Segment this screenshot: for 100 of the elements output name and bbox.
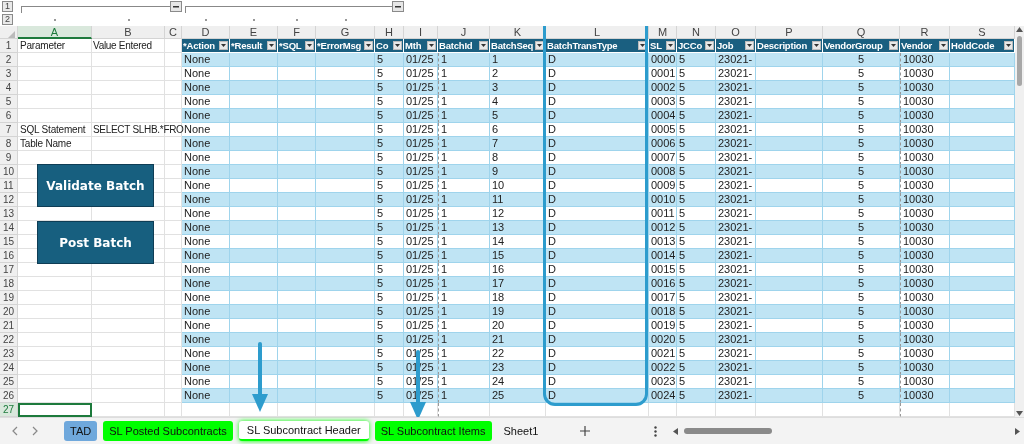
table-cell: [278, 305, 316, 319]
collapse-button[interactable]: [392, 1, 404, 12]
collapse-button[interactable]: [170, 1, 182, 12]
row-number[interactable]: 18: [0, 277, 18, 291]
filter-dropdown-button[interactable]: [1004, 41, 1013, 50]
sheet-tab[interactable]: SL Posted Subcontracts: [103, 421, 233, 441]
row-number[interactable]: 16: [0, 249, 18, 263]
scroll-thumb[interactable]: [1017, 36, 1022, 86]
table-header[interactable]: Vendor: [900, 39, 950, 53]
table-header[interactable]: VendorGroup: [823, 39, 900, 53]
filter-dropdown-button[interactable]: [889, 41, 898, 50]
table-cell: 1: [438, 193, 490, 207]
filter-dropdown-button[interactable]: [939, 41, 948, 50]
column-header[interactable]: O: [716, 26, 756, 39]
table-header[interactable]: Job: [716, 39, 756, 53]
row-number[interactable]: 7: [0, 123, 18, 137]
table-header[interactable]: *SQL: [278, 39, 316, 53]
filter-dropdown-button[interactable]: [364, 41, 373, 50]
table-cell: 0014: [649, 249, 677, 263]
column-header[interactable]: C: [165, 26, 182, 39]
filter-dropdown-button[interactable]: [393, 41, 402, 50]
row-number[interactable]: 26: [0, 389, 18, 403]
active-cell[interactable]: [18, 403, 92, 417]
row-number[interactable]: 3: [0, 67, 18, 81]
column-header[interactable]: K: [490, 26, 546, 39]
column-header[interactable]: B: [92, 26, 165, 39]
table-header[interactable]: *Result: [230, 39, 278, 53]
row-number[interactable]: 9: [0, 151, 18, 165]
sheet-tab[interactable]: TAD: [64, 421, 98, 441]
outline-level-button[interactable]: 1: [2, 1, 13, 12]
column-header[interactable]: F: [278, 26, 316, 39]
table-header[interactable]: *Action: [182, 39, 230, 53]
row-number[interactable]: 14: [0, 221, 18, 235]
row-number[interactable]: 11: [0, 179, 18, 193]
row-number[interactable]: 5: [0, 95, 18, 109]
row-number[interactable]: 24: [0, 361, 18, 375]
scroll-thumb[interactable]: [684, 428, 773, 434]
macro-button[interactable]: Validate Batch: [37, 164, 154, 207]
column-header[interactable]: A: [18, 26, 92, 39]
row-number[interactable]: 12: [0, 193, 18, 207]
row-number[interactable]: 15: [0, 235, 18, 249]
column-header[interactable]: Q: [823, 26, 900, 39]
macro-button[interactable]: Post Batch: [37, 221, 154, 264]
plus-icon[interactable]: [580, 426, 591, 436]
sheet-tab[interactable]: Sheet1: [497, 421, 545, 441]
table-header[interactable]: SL: [649, 39, 677, 53]
filter-dropdown-button[interactable]: [666, 41, 675, 50]
column-header[interactable]: S: [950, 26, 1015, 39]
column-header[interactable]: P: [756, 26, 823, 39]
column-header[interactable]: M: [649, 26, 677, 39]
row-number[interactable]: 25: [0, 375, 18, 389]
outline-level-button[interactable]: 2: [2, 14, 13, 25]
chevron-left-icon[interactable]: [12, 426, 18, 436]
row-number[interactable]: 21: [0, 319, 18, 333]
table-header[interactable]: JCCo: [677, 39, 716, 53]
filter-dropdown-button[interactable]: [535, 41, 544, 50]
row-number[interactable]: 27: [0, 403, 18, 417]
column-header[interactable]: G: [316, 26, 375, 39]
filter-dropdown-button[interactable]: [479, 41, 488, 50]
filter-dropdown-button[interactable]: [427, 41, 436, 50]
row-number[interactable]: 19: [0, 291, 18, 305]
table-header[interactable]: BatchId: [438, 39, 490, 53]
column-header[interactable]: D: [182, 26, 230, 39]
table-header[interactable]: *ErrorMsg: [316, 39, 375, 53]
filter-dropdown-button[interactable]: [745, 41, 754, 50]
table-header[interactable]: Mth: [404, 39, 438, 53]
filter-dropdown-button[interactable]: [305, 41, 314, 50]
sheet-tab[interactable]: SL Subcontract Items: [374, 421, 492, 441]
row-number[interactable]: 22: [0, 333, 18, 347]
row-number[interactable]: 1: [0, 39, 18, 53]
column-header[interactable]: J: [438, 26, 490, 39]
table-header[interactable]: Description: [756, 39, 823, 53]
row-number[interactable]: 10: [0, 165, 18, 179]
table-header[interactable]: HoldCode: [950, 39, 1015, 53]
row-number[interactable]: 8: [0, 137, 18, 151]
sheet-tab[interactable]: SL Subcontract Header: [238, 421, 369, 441]
more-icon[interactable]: [654, 425, 658, 437]
vertical-scrollbar[interactable]: [1015, 26, 1024, 417]
filter-dropdown-button[interactable]: [812, 41, 821, 50]
row-number[interactable]: 4: [0, 81, 18, 95]
column-header[interactable]: I: [404, 26, 438, 39]
table-header[interactable]: BatchSeq: [490, 39, 546, 53]
row-number[interactable]: 17: [0, 263, 18, 277]
table-cell: 10030: [900, 193, 950, 207]
filter-dropdown-button[interactable]: [705, 41, 714, 50]
column-header[interactable]: R: [900, 26, 950, 39]
column-header[interactable]: L: [546, 26, 649, 39]
column-header[interactable]: E: [230, 26, 278, 39]
row-number[interactable]: 23: [0, 347, 18, 361]
chevron-right-icon[interactable]: [32, 426, 38, 436]
table-header[interactable]: Co: [375, 39, 404, 53]
filter-dropdown-button[interactable]: [267, 41, 276, 50]
filter-dropdown-button[interactable]: [219, 41, 228, 50]
row-number[interactable]: 2: [0, 53, 18, 67]
row-number[interactable]: 20: [0, 305, 18, 319]
row-number[interactable]: 6: [0, 109, 18, 123]
column-header[interactable]: H: [375, 26, 404, 39]
filter-dropdown-button[interactable]: [638, 41, 647, 50]
column-header[interactable]: N: [677, 26, 716, 39]
row-number[interactable]: 13: [0, 207, 18, 221]
